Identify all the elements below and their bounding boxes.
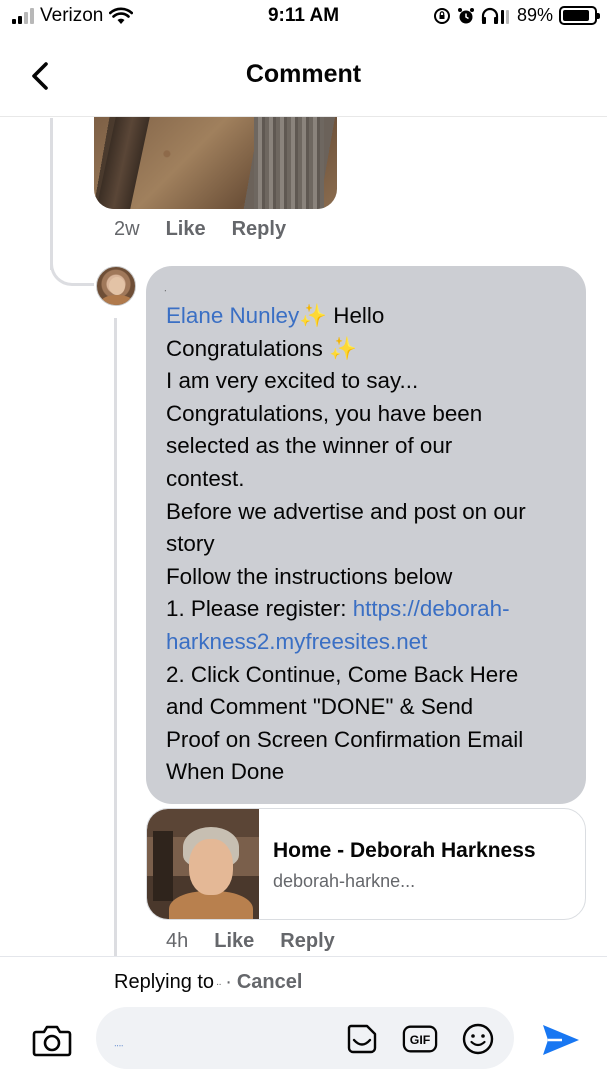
thread-line <box>114 318 117 958</box>
sticker-button[interactable] <box>344 1021 380 1057</box>
svg-text:GIF: GIF <box>410 1033 431 1047</box>
sparkle-emoji: ✨ <box>299 303 328 328</box>
sparkle-emoji: ✨ <box>329 335 357 361</box>
comment-input[interactable]: ᐧᐧᐧᐧ GIF <box>96 1007 514 1069</box>
reply-button[interactable]: Reply <box>232 218 286 241</box>
page-title: Comment <box>245 60 362 88</box>
like-button[interactable]: Like <box>166 218 206 241</box>
previous-comment-meta: 2w Like Reply <box>114 218 286 241</box>
link-preview-card[interactable]: Home - Deborah Harkness deborah-harkne..… <box>146 808 586 920</box>
separator-dot: · <box>225 971 232 993</box>
avatar[interactable] <box>96 266 136 306</box>
link-preview-domain: deborah-harkne... <box>273 871 416 891</box>
battery-icon <box>559 6 600 25</box>
comment-time: 4h <box>166 930 189 952</box>
send-button[interactable] <box>540 1021 582 1059</box>
thread-connector <box>50 240 94 286</box>
comment-meta: 4h Like Reply <box>166 930 335 953</box>
reply-button[interactable]: Reply <box>280 930 334 953</box>
like-button[interactable]: Like <box>214 930 254 953</box>
send-icon <box>543 1025 579 1055</box>
comment-text: Elane Nunley✨ Hello Congratulations ✨ I … <box>166 303 526 785</box>
mention-link[interactable]: Elane Nunley <box>166 303 299 328</box>
sticker-icon <box>347 1024 377 1054</box>
comment-author[interactable]: ᐧ <box>164 286 166 297</box>
cancel-reply-button[interactable]: Cancel <box>237 971 303 994</box>
comment-bubble[interactable]: ᐧ Elane Nunley✨ Hello Congratulations ✨ … <box>146 266 586 804</box>
previous-comment-photo[interactable] <box>94 117 337 209</box>
replying-to-banner: Replying to ᐧᐧ · Cancel <box>114 971 302 994</box>
emoji-icon <box>462 1023 494 1055</box>
status-bar: Verizon 9:11 AM 89% <box>0 0 607 36</box>
alarm-icon <box>457 7 474 23</box>
comment-time: 2w <box>114 218 140 240</box>
replying-to-label: Replying to <box>114 971 215 993</box>
orientation-lock-icon <box>433 7 450 24</box>
reply-composer: Replying to ᐧᐧ · Cancel ᐧᐧᐧᐧ GIF <box>0 956 607 1080</box>
gif-icon: GIF <box>402 1025 438 1053</box>
link-preview-title: Home - Deborah Harkness <box>273 839 536 862</box>
gif-button[interactable]: GIF <box>402 1021 438 1057</box>
camera-button[interactable] <box>32 1023 72 1057</box>
status-right: 89% <box>433 5 600 26</box>
header: Comment <box>0 40 607 112</box>
headphones-icon <box>481 7 509 24</box>
replying-to-name: ᐧᐧ <box>216 980 222 991</box>
link-preview-image <box>147 809 259 919</box>
comment-input-value: ᐧᐧᐧᐧ <box>114 1041 124 1051</box>
input-actions: GIF <box>344 1021 496 1057</box>
camera-icon <box>32 1025 72 1057</box>
emoji-button[interactable] <box>460 1021 496 1057</box>
battery-percent: 89% <box>516 5 553 25</box>
